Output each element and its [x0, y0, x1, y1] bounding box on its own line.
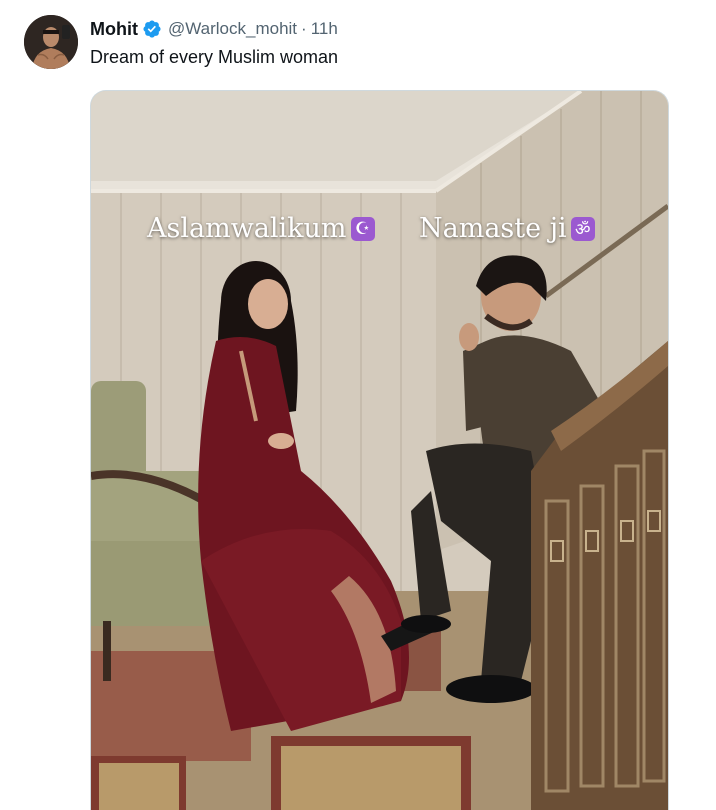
tweet-media-image[interactable]: Aslamwalikum ☪ Namaste ji ॐ — [90, 90, 669, 810]
tweet-header: Mohit @Warlock_mohit · 11h — [90, 17, 338, 41]
display-name[interactable]: Mohit — [90, 19, 138, 40]
star-and-crescent-icon: ☪ — [350, 216, 375, 241]
header-separator: · — [301, 19, 307, 38]
avatar-photo — [24, 15, 78, 69]
om-icon: ॐ — [570, 216, 595, 241]
overlay-caption-right: Namaste ji ॐ — [419, 213, 595, 244]
overlay-caption-left: Aslamwalikum ☪ — [147, 213, 375, 244]
overlay-caption-right-text: Namaste ji — [419, 213, 567, 244]
overlay-caption-left-text: Aslamwalikum — [147, 213, 347, 244]
photo-scene — [91, 91, 668, 810]
tweet-text: Dream of every Muslim woman — [90, 47, 339, 67]
tweet-card: Mohit @Warlock_mohit · 11h Dream of ever… — [0, 0, 716, 810]
author-handle[interactable]: @Warlock_mohit — [168, 19, 297, 39]
avatar[interactable] — [24, 15, 78, 69]
tweet-timestamp[interactable]: 11h — [311, 19, 338, 39]
verified-badge-icon[interactable] — [142, 19, 162, 39]
